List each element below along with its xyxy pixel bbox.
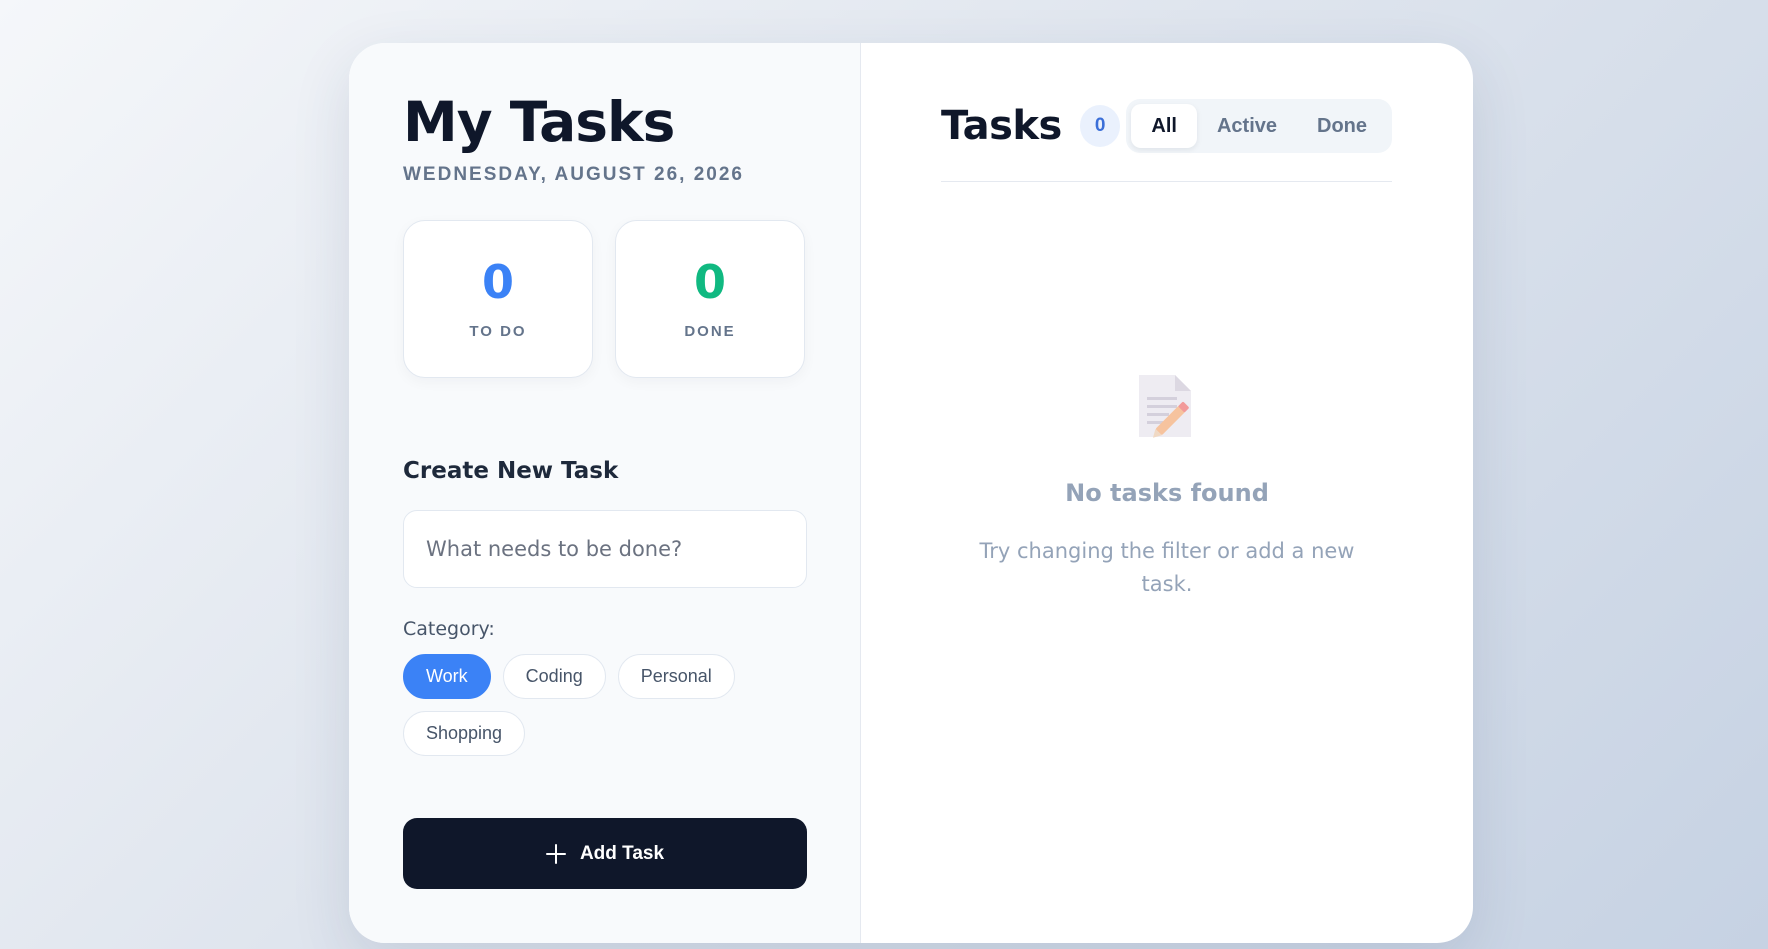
right-panel: Tasks 0 All Active Done No tasks found T… [861, 43, 1473, 943]
todo-label: TO DO [469, 322, 527, 340]
category-label: Category: [403, 618, 495, 640]
add-task-label: Add Task [579, 842, 665, 864]
category-chip-coding[interactable]: Coding [502, 654, 606, 699]
tasks-header: Tasks 0 All Active Done [941, 99, 1392, 182]
plus-icon [545, 843, 566, 864]
todo-count: 0 [481, 254, 514, 309]
done-count: 0 [693, 254, 726, 309]
stats-row: 0 TO DO 0 DONE [403, 220, 806, 378]
category-chip-work[interactable]: Work [403, 654, 491, 699]
stat-card-done: 0 DONE [615, 220, 805, 378]
tasks-count-badge: 0 [1079, 105, 1121, 147]
tasks-title: Tasks [941, 103, 1062, 149]
create-task-heading: Create New Task [403, 458, 619, 484]
filter-active[interactable]: Active [1197, 104, 1297, 148]
filter-done[interactable]: Done [1297, 104, 1387, 148]
filter-all[interactable]: All [1131, 104, 1197, 148]
done-label: DONE [684, 322, 736, 340]
page-title: My Tasks [403, 90, 675, 154]
empty-title: No tasks found [1065, 479, 1269, 507]
empty-state: No tasks found Try changing the filter o… [861, 371, 1473, 601]
memo-icon [1139, 375, 1191, 438]
app-card: My Tasks WEDNESDAY, AUGUST 26, 2026 0 TO… [349, 43, 1473, 943]
task-input[interactable] [403, 510, 807, 588]
category-chips: Work Coding Personal Shopping [403, 654, 807, 756]
filter-tabs: All Active Done [1126, 99, 1392, 153]
add-task-button[interactable]: Add Task [403, 818, 807, 889]
empty-message: Try changing the filter or add a new tas… [979, 539, 1355, 596]
category-chip-personal[interactable]: Personal [617, 654, 735, 699]
category-chip-shopping[interactable]: Shopping [403, 711, 526, 756]
left-panel: My Tasks WEDNESDAY, AUGUST 26, 2026 0 TO… [349, 43, 861, 943]
stat-card-todo: 0 TO DO [403, 220, 593, 378]
current-date: WEDNESDAY, AUGUST 26, 2026 [403, 164, 744, 185]
